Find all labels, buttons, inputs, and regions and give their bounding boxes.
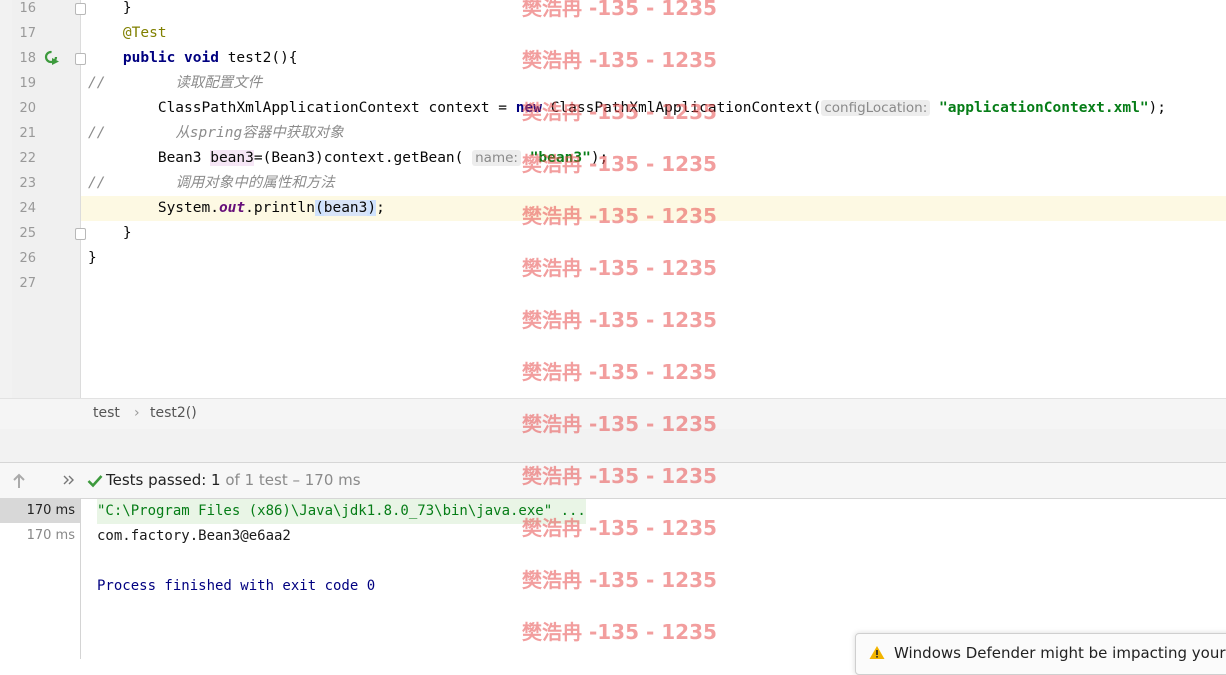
check-icon [87,475,103,488]
watermark-text: 樊浩冉 -135 - 1235 [522,568,717,592]
parameter-hint: configLocation: [821,100,931,116]
code-line: // 从spring容器中获取对象 [88,121,344,146]
code-token: ; [376,200,385,216]
watermark-text: 樊浩冉 -135 - 1235 [522,204,717,228]
test-status-suffix: of 1 test – 170 ms [220,471,361,489]
code-token: Bean3 [88,150,211,166]
line-number: 22 [19,151,36,166]
code-token: public [122,50,176,66]
test-status-text: Tests passed: 1 of 1 test – 170 ms [106,471,361,489]
watermark-text: 樊浩冉 -135 - 1235 [522,0,717,20]
console-line: com.factory.Bean3@e6aa2 [97,528,291,544]
code-token: ) [367,200,377,216]
code-token: // [88,75,176,91]
code-line: @Test [88,21,167,46]
code-token: // [88,175,176,191]
windows-defender-notification[interactable]: Windows Defender might be impacting your [855,633,1226,675]
code-token: } [88,250,97,266]
fold-marker-icon[interactable] [75,228,86,240]
fold-marker-icon[interactable] [75,3,86,15]
code-token: ClassPathXmlApplicationContext context = [88,100,516,116]
code-token: ( [315,200,324,216]
code-token: bean3 [323,200,368,216]
code-line: } [88,0,132,21]
breadcrumb-class[interactable]: test [93,405,120,421]
test-passed-count: 1 [211,471,221,489]
line-number: 21 [19,126,36,141]
code-token: bean3 [210,150,254,166]
code-token: .println [245,200,315,216]
code-token: } [88,225,132,241]
watermark-text: 樊浩冉 -135 - 1235 [522,100,717,124]
code-token: } [88,0,132,16]
notification-text: Windows Defender might be impacting your [894,644,1226,662]
code-token: @Test [122,25,167,41]
line-number: 19 [19,76,36,91]
code-token: 调用对象中的属性和方法 [175,175,335,191]
test-tree-panel[interactable]: 170 ms 170 ms [0,498,81,659]
code-line: } [88,246,97,271]
code-token: 从spring容器中获取对象 [175,125,344,141]
code-token: ); [1148,100,1167,116]
line-number: 20 [19,101,36,116]
line-number: 27 [19,276,36,291]
code-token: 读取配置文件 [175,75,263,91]
watermark-text: 樊浩冉 -135 - 1235 [522,464,717,488]
watermark-text: 樊浩冉 -135 - 1235 [522,412,717,436]
test-status-prefix: Tests passed: [106,471,212,489]
watermark-text: 樊浩冉 -135 - 1235 [522,256,717,280]
code-token: System. [88,200,219,216]
run-test-icon[interactable] [44,50,60,66]
code-line: // 读取配置文件 [88,71,262,96]
watermark-text: 樊浩冉 -135 - 1235 [522,620,717,644]
test-duration[interactable]: 170 ms [0,498,80,523]
line-number: 17 [19,26,36,41]
expand-more-icon[interactable] [63,475,75,485]
watermark-text: 樊浩冉 -135 - 1235 [522,308,717,332]
parameter-hint: name: [472,150,521,166]
line-number: 24 [19,201,36,216]
line-number: 25 [19,226,36,241]
code-token: void [184,50,219,66]
breadcrumb-method[interactable]: test2() [150,405,197,421]
watermark-text: 樊浩冉 -135 - 1235 [522,360,717,384]
line-number: 26 [19,251,36,266]
code-token: "applicationContext.xml" [939,100,1149,116]
test-duration[interactable]: 170 ms [0,523,80,548]
code-token: out [218,200,246,216]
breadcrumb-separator: › [134,405,140,421]
code-line: public void test2(){ [88,46,298,71]
code-token: test2(){ [218,50,298,66]
code-line: } [88,221,132,246]
code-line: System.out.println(bean3); [88,196,385,221]
editor-line-17[interactable] [0,21,1226,46]
line-number: 16 [19,1,36,16]
warning-icon [869,646,885,659]
line-number: 18 [19,51,36,66]
watermark-text: 樊浩冉 -135 - 1235 [522,152,717,176]
code-line: // 调用对象中的属性和方法 [88,171,335,196]
code-token: // [88,125,176,141]
watermark-text: 樊浩冉 -135 - 1235 [522,48,717,72]
watermark-text: 樊浩冉 -135 - 1235 [522,516,717,540]
console-line: Process finished with exit code 0 [97,578,376,594]
line-number: 23 [19,176,36,191]
console-line: "C:\Program Files (x86)\Java\jdk1.8.0_73… [97,499,586,524]
fold-marker-icon[interactable] [75,53,86,65]
arrow-up-icon[interactable] [12,473,26,489]
code-token: =(Bean3)context.getBean( [253,150,473,166]
